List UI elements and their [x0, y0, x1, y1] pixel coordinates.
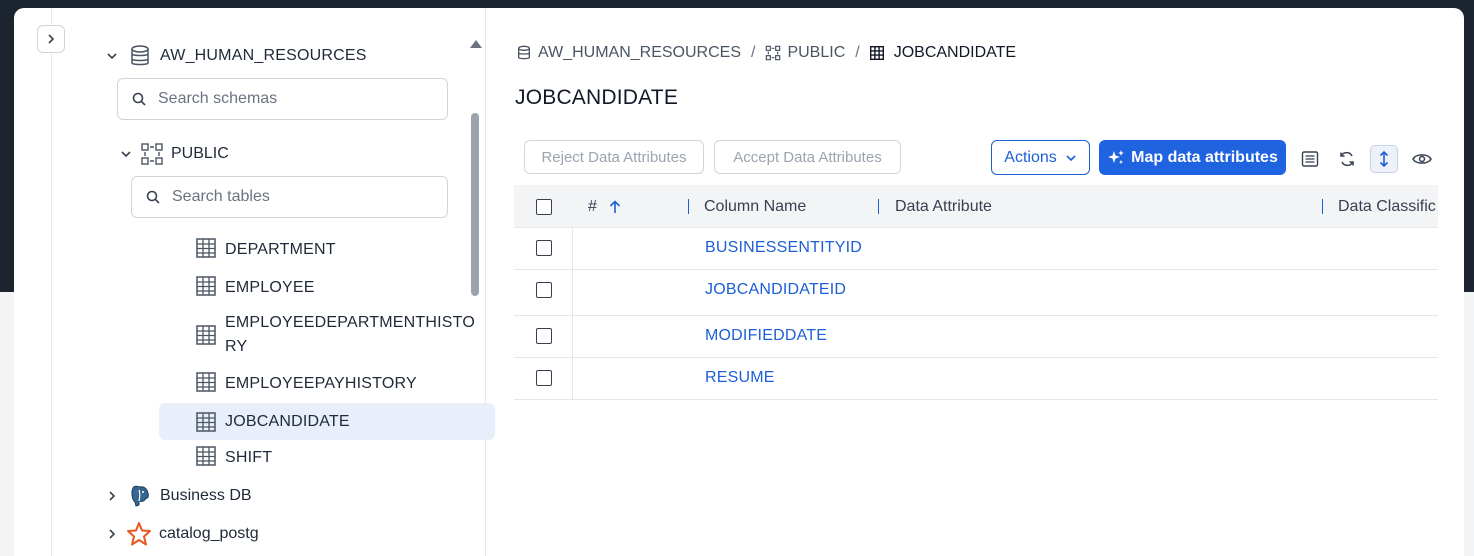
tree-item-catalog-postg[interactable]: catalog_postg — [104, 521, 259, 547]
table-icon — [196, 238, 216, 258]
table-item-department[interactable]: DEPARTMENT — [159, 238, 495, 262]
search-tables-input[interactable] — [172, 188, 422, 206]
sort-ascending-icon[interactable] — [609, 199, 621, 214]
table-label: EMPLOYEEPAYHISTORY — [225, 375, 417, 392]
sparkle-icon — [1108, 149, 1125, 164]
breadcrumb-schema[interactable]: PUBLIC — [765, 44, 845, 62]
chevron-right-icon[interactable] — [104, 526, 120, 542]
tree-item-business-db[interactable]: Business DB — [104, 484, 252, 508]
source-label: catalog_postg — [159, 525, 259, 542]
table-row[interactable]: BUSINESSENTITYID — [514, 228, 1438, 270]
column-resize-handle[interactable] — [688, 199, 689, 214]
table-icon — [869, 46, 884, 60]
table-label: SHIFT — [225, 449, 273, 466]
search-schemas-input[interactable] — [158, 90, 408, 108]
table-row[interactable]: JOBCANDIDATEID — [514, 270, 1438, 316]
schema-icon — [141, 143, 163, 165]
schema-icon — [766, 45, 781, 61]
map-data-attributes-button[interactable]: Map data attributes — [1099, 140, 1286, 175]
left-rail — [14, 8, 65, 556]
header-index-label: # — [588, 197, 597, 215]
column-name-link[interactable]: MODIFIEDDATE — [705, 327, 827, 345]
schema-name: PUBLIC — [171, 145, 229, 162]
database-name: AW_HUMAN_RESOURCES — [160, 47, 367, 64]
refresh-icon[interactable] — [1336, 148, 1358, 170]
table-label: EMPLOYEE — [225, 279, 315, 296]
row-checkbox[interactable] — [536, 282, 552, 298]
scroll-thumb[interactable] — [471, 113, 479, 296]
column-resize-handle[interactable] — [1322, 199, 1323, 214]
search-schemas-box — [117, 78, 448, 120]
breadcrumb-separator: / — [855, 44, 860, 61]
breadcrumb-database[interactable]: AW_HUMAN_RESOURCES — [516, 44, 741, 62]
reject-data-attributes-button[interactable]: Reject Data Attributes — [524, 140, 704, 174]
column-name-link[interactable]: BUSINESSENTITYID — [705, 239, 862, 257]
breadcrumb-table-label: JOBCANDIDATE — [893, 44, 1017, 61]
select-all-checkbox[interactable] — [536, 185, 552, 228]
chevron-right-icon[interactable] — [104, 488, 120, 504]
row-checkbox[interactable] — [536, 370, 552, 386]
breadcrumb-table: JOBCANDIDATE — [869, 44, 1017, 62]
tree-item-database[interactable]: AW_HUMAN_RESOURCES — [104, 44, 367, 68]
postgres-elephant-icon — [131, 485, 149, 507]
accept-data-attributes-button[interactable]: Accept Data Attributes — [714, 140, 901, 174]
row-height-toggle-icon[interactable] — [1370, 145, 1398, 173]
map-data-attributes-label: Map data attributes — [1131, 148, 1278, 166]
table-item-shift[interactable]: SHIFT — [159, 446, 495, 470]
column-name-link[interactable]: RESUME — [705, 369, 775, 387]
breadcrumb-schema-label: PUBLIC — [787, 44, 846, 61]
column-divider — [572, 228, 573, 400]
scroll-up-arrow-icon[interactable] — [470, 40, 482, 48]
sidebar-scrollbar[interactable] — [470, 40, 482, 556]
breadcrumb-database-label: AW_HUMAN_RESOURCES — [538, 44, 741, 61]
table-item-jobcandidate[interactable]: JOBCANDIDATE — [159, 403, 495, 440]
eye-icon[interactable] — [1411, 148, 1433, 170]
table-icon — [196, 372, 216, 392]
chevron-down-icon — [1066, 154, 1076, 161]
schema-browser-sidebar: AW_HUMAN_RESOURCES PUBLIC — [52, 8, 495, 556]
header-column-name[interactable]: Column Name — [704, 185, 806, 228]
row-checkbox[interactable] — [536, 328, 552, 344]
database-icon — [131, 45, 149, 66]
table-label: EMPLOYEEDEPARTMENTHISTORY — [225, 314, 475, 355]
column-resize-handle[interactable] — [878, 199, 879, 214]
tree-item-schema[interactable]: PUBLIC — [118, 142, 229, 166]
header-data-classification[interactable]: Data Classific — [1338, 185, 1438, 228]
table-icon — [196, 411, 216, 432]
column-name-link[interactable]: JOBCANDIDATEID — [705, 281, 846, 299]
table-item-employeepayhistory[interactable]: EMPLOYEEPAYHISTORY — [159, 372, 495, 396]
main-card: AW_HUMAN_RESOURCES PUBLIC — [14, 8, 1464, 556]
table-icon — [196, 276, 216, 296]
breadcrumb: AW_HUMAN_RESOURCES / PUBLIC / JOBCANDIDA… — [516, 44, 1016, 62]
table-label: JOBCANDIDATE — [225, 412, 350, 430]
table-item-employee[interactable]: EMPLOYEE — [159, 276, 495, 300]
star-icon — [127, 522, 151, 546]
table-icon — [196, 325, 216, 345]
table-row[interactable]: RESUME — [514, 358, 1438, 400]
actions-label: Actions — [1004, 148, 1057, 166]
main-content: AW_HUMAN_RESOURCES / PUBLIC / JOBCANDIDA… — [486, 8, 1464, 556]
table-header: # Column Name Data Attribute Data Classi… — [514, 185, 1438, 228]
table-label: DEPARTMENT — [225, 241, 336, 258]
chevron-down-icon[interactable] — [118, 146, 134, 162]
table-row[interactable]: MODIFIEDDATE — [514, 316, 1438, 358]
search-tables-box — [131, 176, 448, 218]
page-title: JOBCANDIDATE — [515, 86, 679, 109]
table-item-employeedepartmenthistory[interactable]: EMPLOYEEDEPARTMENTHISTORY — [159, 311, 495, 361]
header-data-attribute[interactable]: Data Attribute — [895, 185, 992, 228]
actions-dropdown-button[interactable]: Actions — [991, 140, 1090, 175]
row-checkbox[interactable] — [536, 240, 552, 256]
chevron-down-icon[interactable] — [104, 48, 120, 64]
list-view-icon[interactable] — [1299, 148, 1321, 170]
header-index[interactable]: # — [588, 185, 621, 228]
search-icon — [132, 92, 146, 106]
table-icon — [196, 446, 216, 466]
search-icon — [146, 190, 160, 204]
database-icon — [518, 45, 530, 60]
breadcrumb-separator: / — [751, 44, 756, 61]
source-label: Business DB — [160, 487, 252, 504]
